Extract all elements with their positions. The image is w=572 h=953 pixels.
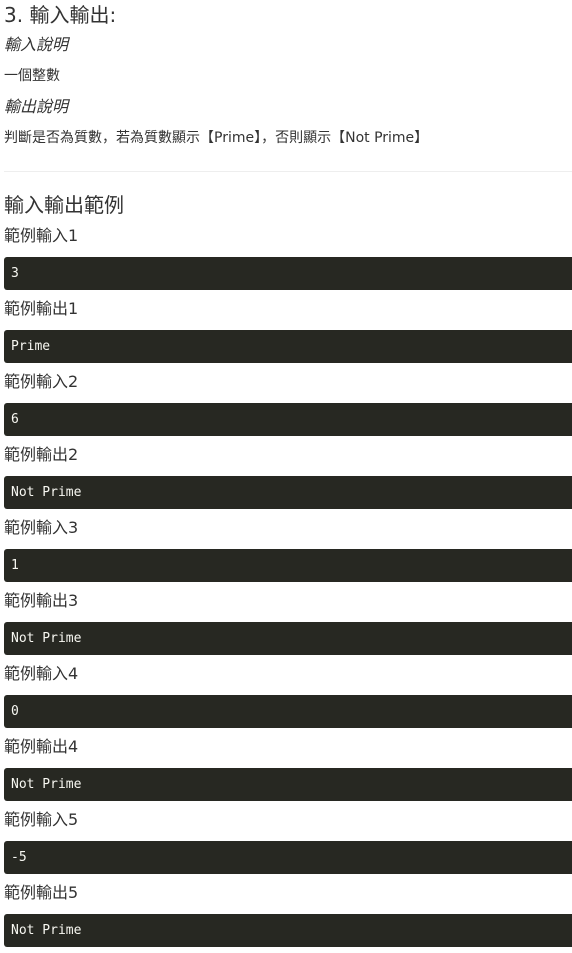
example-block: 範例輸出4 Not Prime [4, 734, 572, 801]
code-block[interactable]: Not Prime [4, 622, 572, 655]
code-block[interactable]: 6 [4, 403, 572, 436]
example-block: 範例輸入4 0 [4, 661, 572, 728]
example-block: 範例輸入1 3 [4, 223, 572, 290]
input-description-title: 輸入說明 [4, 35, 69, 54]
input-description-text: 一個整數 [4, 68, 60, 84]
divider [4, 171, 572, 172]
example-block: 範例輸出2 Not Prime [4, 442, 572, 509]
example-block: 範例輸入2 6 [4, 369, 572, 436]
example-label: 範例輸入4 [4, 664, 79, 683]
example-label: 範例輸出1 [4, 299, 79, 318]
code-block[interactable]: -5 [4, 841, 572, 874]
example-block: 範例輸入3 1 [4, 515, 572, 582]
example-label: 範例輸出3 [4, 591, 79, 610]
code-block[interactable]: Prime [4, 330, 572, 363]
example-block: 範例輸出3 Not Prime [4, 588, 572, 655]
code-block[interactable]: Not Prime [4, 768, 572, 801]
example-label: 範例輸入5 [4, 810, 79, 829]
output-description-title: 輸出說明 [4, 97, 69, 116]
output-description-text: 判斷是否為質數，若為質數顯示【Prime】，否則顯示【Not Prime】 [4, 130, 429, 146]
code-block[interactable]: Not Prime [4, 476, 572, 509]
examples-list: 範例輸入1 3 範例輸出1 Prime 範例輸入2 6 範例輸出2 Not Pr… [4, 223, 572, 953]
example-block: 範例輸出1 Prime [4, 296, 572, 363]
code-block[interactable]: Not Prime [4, 914, 572, 947]
examples-title: 輸入輸出範例 [4, 193, 124, 217]
code-block[interactable]: 0 [4, 695, 572, 728]
example-block: 範例輸入5 -5 [4, 807, 572, 874]
example-label: 範例輸出5 [4, 883, 79, 902]
code-block[interactable]: 3 [4, 257, 572, 290]
code-block[interactable]: 1 [4, 549, 572, 582]
section-heading: 3. 輸入輸出: [4, 3, 117, 27]
example-label: 範例輸入3 [4, 518, 79, 537]
example-block: 範例輸出5 Not Prime [4, 880, 572, 947]
example-label: 範例輸出2 [4, 445, 79, 464]
example-label: 範例輸入1 [4, 226, 79, 245]
example-label: 範例輸出4 [4, 737, 79, 756]
example-label: 範例輸入2 [4, 372, 79, 391]
